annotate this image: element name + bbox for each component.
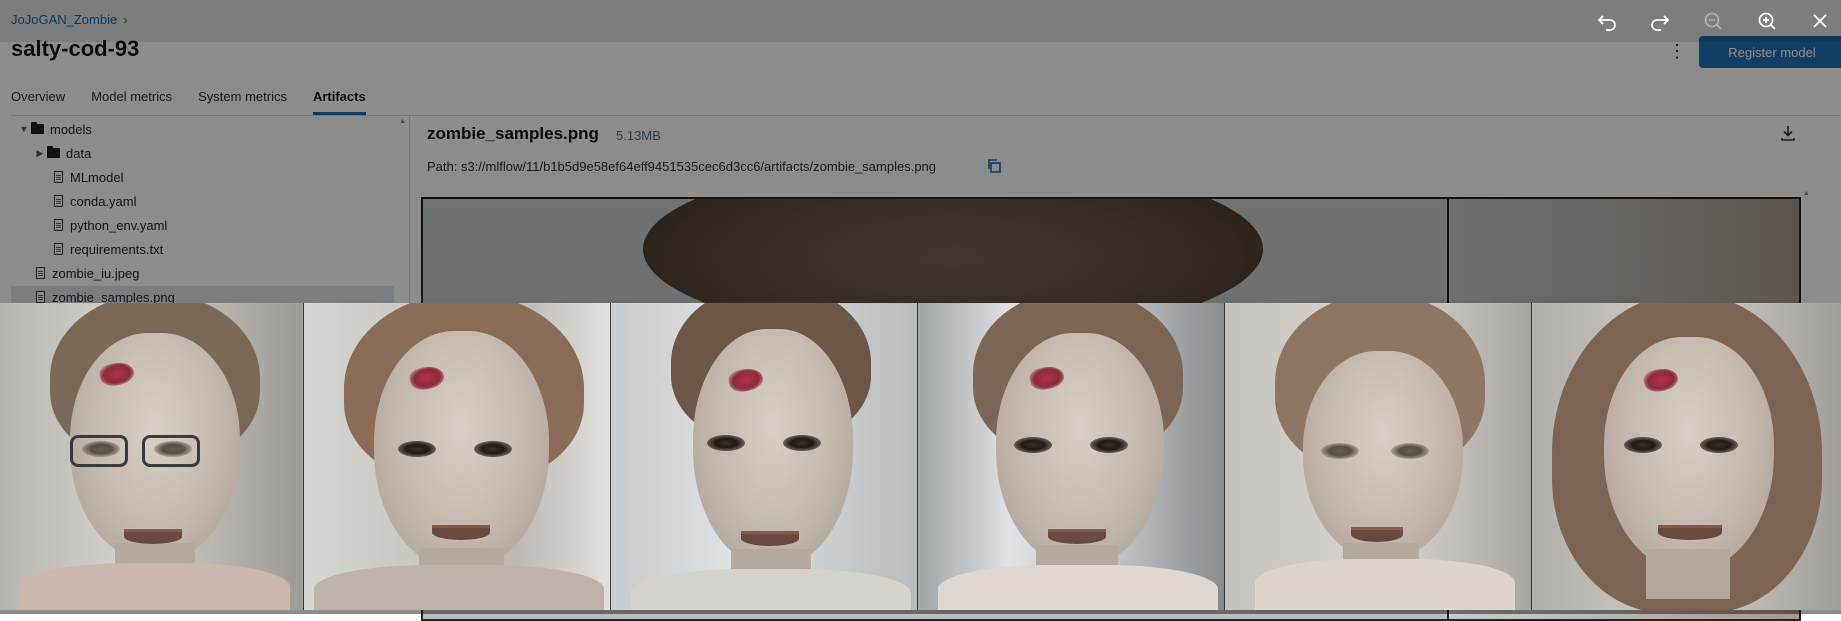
zoom-in-icon[interactable] bbox=[1750, 4, 1784, 38]
redo-icon[interactable] bbox=[1643, 4, 1677, 38]
close-icon[interactable] bbox=[1803, 4, 1837, 38]
zombie-sample-2 bbox=[304, 303, 611, 610]
zombie-sample-1 bbox=[0, 303, 304, 610]
lightbox-image[interactable] bbox=[0, 303, 1841, 610]
zombie-sample-5 bbox=[1225, 303, 1532, 610]
zoom-out-icon[interactable] bbox=[1696, 4, 1730, 38]
zombie-sample-3 bbox=[611, 303, 918, 610]
zombie-sample-4 bbox=[918, 303, 1225, 610]
undo-icon[interactable] bbox=[1590, 4, 1624, 38]
lightbox-toolbar bbox=[0, 0, 1841, 42]
zombie-sample-6 bbox=[1532, 303, 1841, 610]
